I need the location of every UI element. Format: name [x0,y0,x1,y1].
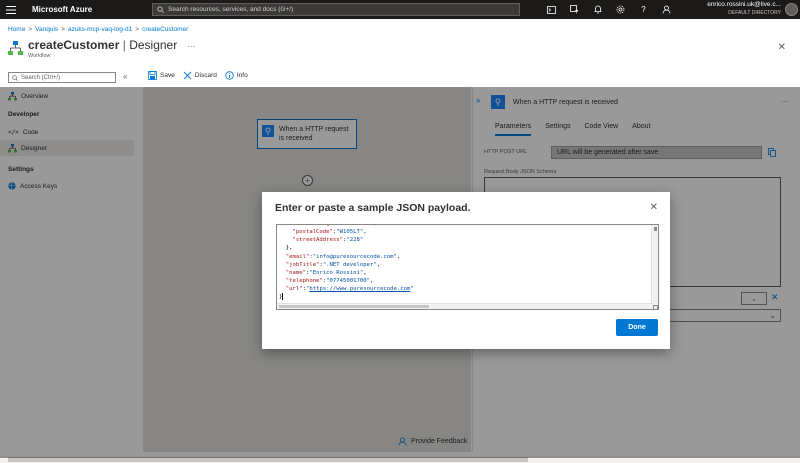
json-payload-editor[interactable]: "addressRegion":"London", "postalCode":"… [276,224,659,310]
code-line: "email":"info@puresourcecode.com", [285,253,401,260]
breadcrumb-separator: > [135,26,140,33]
breadcrumb-vanquis[interactable]: Vanquis [35,26,58,33]
help-icon[interactable]: ? [632,0,655,19]
save-icon [148,71,157,80]
page-title-section: Designer [129,38,178,52]
bell-icon[interactable] [586,0,609,19]
scrollbar-thumb[interactable] [279,305,429,308]
breadcrumb-separator: > [28,26,33,33]
workflow-icon [8,41,23,56]
breadcrumb: Home > Vanquis > azuks-mcp-vaq-log-d1 > … [8,26,188,33]
page-header: createCustomer | Designer Workflow ··· [8,38,195,59]
code-line: "name":"Enrico Rossini", [285,269,367,276]
search-icon [157,6,164,13]
nav-search-placeholder: Search (Ctrl+/) [21,74,61,81]
sample-payload-dialog: Enter or paste a sample JSON payload. ✕ … [262,192,670,349]
avatar[interactable] [785,3,798,16]
account-email: enrico.rossini.uk@live.c... [707,1,781,8]
discard-button[interactable]: Discard [183,71,217,80]
page-title-resource: createCustomer [28,38,120,52]
dialog-title: Enter or paste a sample JSON payload. [275,202,471,214]
gear-icon[interactable] [609,0,632,19]
menu-icon[interactable] [0,0,22,19]
global-search-input[interactable]: Search resources, services, and docs (G+… [152,3,520,16]
info-label: Info [236,72,248,79]
save-button[interactable]: Save [148,71,175,80]
save-label: Save [160,72,175,79]
code-line: "streetAddress":"228" [292,237,364,244]
account-directory: DEFAULT DIRECTORY [728,9,781,16]
close-icon[interactable]: ✕ [778,42,786,53]
feedback-icon[interactable] [655,0,678,19]
collapse-nav-icon[interactable]: « [123,72,127,81]
global-search-placeholder: Search resources, services, and docs (G+… [168,6,294,13]
page-subtitle: Workflow [28,53,51,59]
more-options-icon[interactable]: ··· [187,42,195,51]
editor-horizontal-scrollbar[interactable] [277,303,653,309]
code-line: }, [279,245,293,252]
code-line: "telephone":"07745001700", [285,278,374,285]
code-line: "postalCode":"W105LT", [292,229,367,236]
scrollbar-corner [653,305,658,309]
done-button[interactable]: Done [616,319,658,336]
breadcrumb-home[interactable]: Home [8,26,25,33]
text-cursor [282,293,284,301]
code-line: } [279,293,284,301]
editor-vertical-scrollbar[interactable] [651,225,658,309]
cloud-shell-icon[interactable] [540,0,563,19]
account-menu[interactable]: enrico.rossini.uk@live.c... DEFAULT DIRE… [707,1,781,16]
title-separator: | [122,38,126,52]
close-icon[interactable]: ✕ [650,202,658,213]
code-line: "jobTitle":".NET developer", [285,261,381,268]
nav-search-input[interactable]: Search (Ctrl+/) [8,72,116,83]
discard-icon [183,71,192,80]
breadcrumb-separator: > [61,26,65,33]
code-line: "url":"https://www.puresourcecode.com" [285,286,414,293]
breadcrumb-logic-app[interactable]: azuks-mcp-vaq-log-d1 [68,26,132,33]
page-title: createCustomer | Designer [28,38,177,52]
json-payload-text: "addressRegion":"London", "postalCode":"… [277,225,414,302]
directory-filter-icon[interactable] [563,0,586,19]
info-icon [225,71,234,80]
designer-toolbar: Save Discard Info [148,71,256,80]
discard-label: Discard [194,72,217,79]
top-bar: Microsoft Azure Search resources, servic… [0,0,800,19]
breadcrumb-workflow[interactable]: createCustomer [142,26,188,33]
scrollbar-thumb[interactable] [654,227,657,231]
search-icon [12,74,18,81]
info-button[interactable]: Info [225,71,248,80]
brand-label[interactable]: Microsoft Azure [32,5,148,14]
